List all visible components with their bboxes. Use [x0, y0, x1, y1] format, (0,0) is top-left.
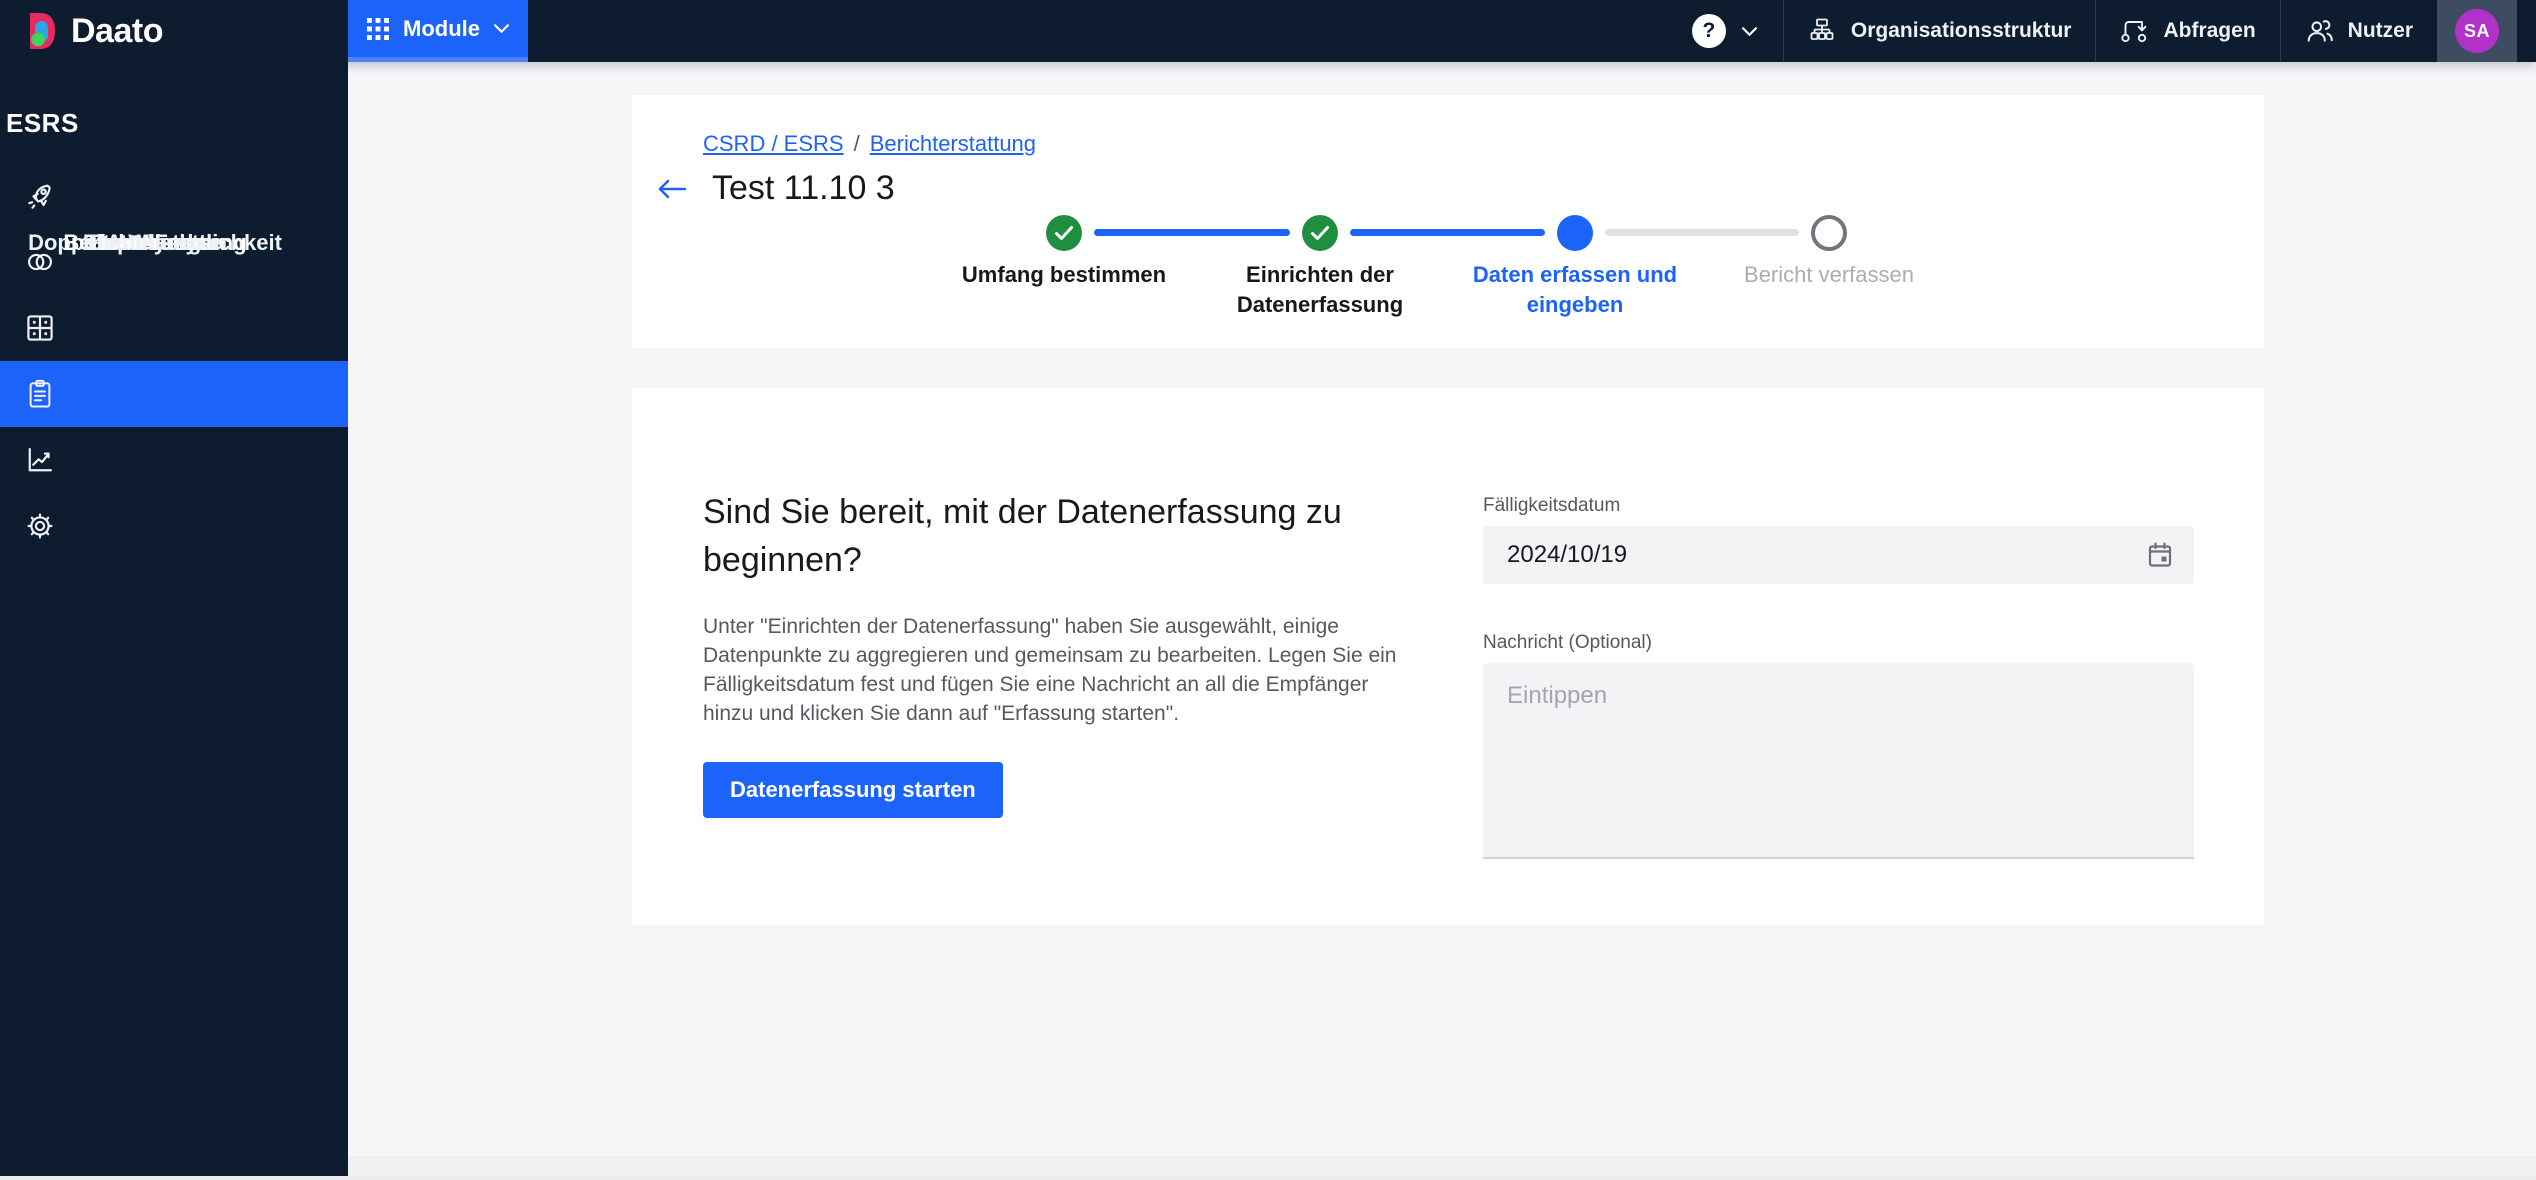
data-collection-card: Sind Sie bereit, mit der Datenerfassung … — [632, 388, 2264, 925]
nav-item-organisationsstruktur[interactable]: Organisationsstruktur — [1784, 0, 2096, 62]
stepper-connector — [1605, 229, 1799, 236]
top-navbar: Daato Module ? Organisationsstruktur Abf… — [0, 0, 2536, 62]
due-date-field-wrap — [1483, 526, 2194, 584]
nav-item-nutzer[interactable]: Nutzer — [2281, 0, 2437, 62]
step-circle-einrichten[interactable] — [1302, 215, 1338, 251]
logo-mark-icon — [27, 12, 57, 50]
nav-item-abfragen[interactable]: Abfragen — [2096, 0, 2279, 62]
step-circle-daten-erfassen[interactable] — [1557, 215, 1593, 251]
step-label[interactable]: Umfang bestimmen — [934, 260, 1194, 290]
step-circle-bericht-verfassen[interactable] — [1811, 215, 1847, 251]
step-label[interactable]: Bericht verfassen — [1699, 260, 1959, 290]
step-circle-umfang-bestimmen[interactable] — [1046, 215, 1082, 251]
stepper-connector — [1094, 229, 1290, 236]
gear-icon — [25, 511, 55, 541]
due-date-label: Fälligkeitsdatum — [1483, 495, 1621, 516]
quadrant-icon — [25, 313, 55, 343]
sidebar: ESRS Roter Faden Doppelte Wesentlichkeit — [0, 62, 348, 1180]
message-textarea[interactable] — [1483, 663, 2194, 859]
sidebar-item-label: Einstellungen — [82, 230, 228, 255]
intro-column: Sind Sie bereit, mit der Datenerfassung … — [703, 488, 1403, 818]
sidebar-section-title: ESRS — [6, 108, 79, 138]
clipboard-icon — [25, 379, 55, 409]
module-button-label: Module — [403, 15, 480, 41]
due-date-input[interactable] — [1483, 526, 2194, 584]
check-icon — [1055, 226, 1073, 240]
org-chart-icon — [1808, 16, 1838, 46]
sidebar-item-einstellungen[interactable]: Einstellungen — [0, 230, 348, 559]
calendar-icon[interactable] — [2146, 541, 2174, 569]
grid-icon — [367, 17, 389, 40]
rocket-icon — [25, 181, 55, 211]
step-label[interactable]: Daten erfassen und eingeben — [1445, 260, 1705, 320]
form-column: Fälligkeitsdatum Nachricht (Optional) — [1483, 495, 2194, 864]
sidebar-item-analysen[interactable]: Analysen — [0, 230, 348, 493]
step-label[interactable]: Einrichten der Datenerfassung — [1190, 260, 1450, 320]
stepper-connector — [1350, 229, 1545, 236]
help-button[interactable]: ? — [1666, 0, 1783, 62]
help-icon: ? — [1691, 14, 1726, 48]
navbar-spacer — [2517, 0, 2536, 62]
wizard-stepper: Umfang bestimmen Einrichten der Datenerf… — [632, 95, 2264, 348]
flow-icon — [2120, 16, 2150, 46]
chevron-down-icon — [494, 24, 509, 33]
sidebar-item-berichterstattung[interactable]: Berichterstattung — [0, 230, 348, 427]
nav-item-label: Nutzer — [2347, 19, 2413, 42]
logo-text: Daato — [71, 11, 163, 50]
avatar-initials: SA — [2455, 9, 2499, 53]
main-content: CSRD / ESRS / Berichterstattung Test 11.… — [348, 62, 2536, 1180]
message-label: Nachricht (Optional) — [1483, 632, 1652, 653]
sidebar-item-roter-faden[interactable]: Roter Faden — [0, 163, 348, 255]
module-button[interactable]: Module — [348, 0, 528, 62]
sidebar-item-gap-analyse[interactable]: Gap-Analyse — [0, 230, 348, 361]
check-icon — [1311, 226, 1329, 240]
card-heading: Sind Sie bereit, mit der Datenerfassung … — [703, 493, 1342, 579]
line-chart-icon — [25, 445, 55, 475]
chevron-down-icon — [1741, 26, 1757, 36]
user-avatar[interactable]: SA — [2437, 0, 2517, 62]
start-data-collection-button[interactable]: Datenerfassung starten — [703, 762, 1003, 818]
horizontal-scrollbar[interactable] — [0, 1176, 2536, 1180]
nav-item-label: Abfragen — [2163, 19, 2256, 42]
card-description: Unter "Einrichten der Datenerfassung" ha… — [703, 615, 1397, 725]
users-icon — [2305, 16, 2335, 46]
wizard-header-card: CSRD / ESRS / Berichterstattung Test 11.… — [632, 95, 2264, 348]
app-logo: Daato — [0, 0, 348, 62]
navbar-right: ? Organisationsstruktur Abfragen Nutzer … — [1666, 0, 2536, 62]
nav-item-label: Organisationsstruktur — [1850, 19, 2072, 42]
